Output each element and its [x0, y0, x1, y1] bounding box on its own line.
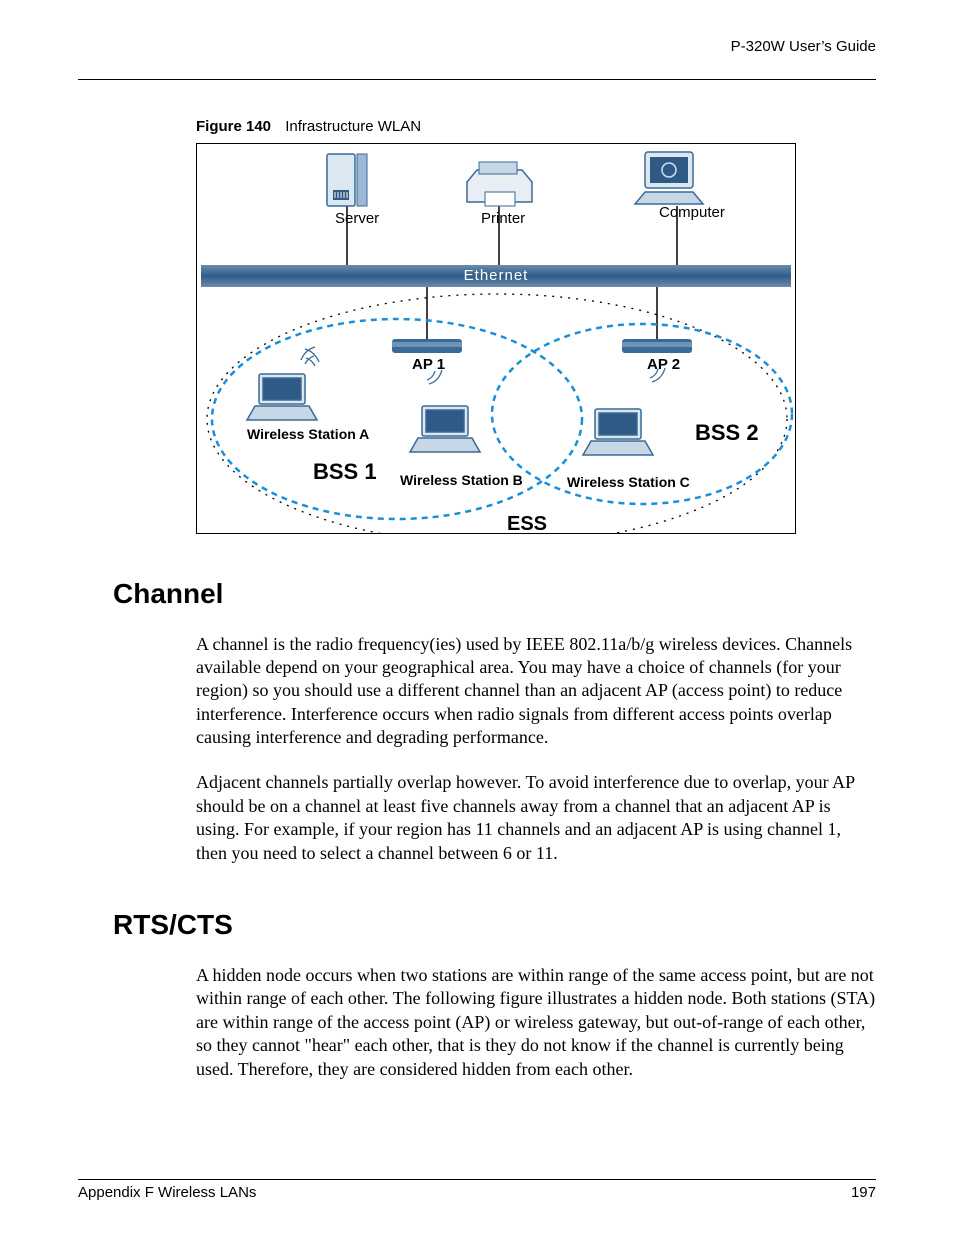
label-ap1: AP 1	[412, 356, 445, 375]
channel-paragraph-1: A channel is the radio frequency(ies) us…	[196, 633, 876, 750]
label-ap2: AP 2	[647, 356, 680, 375]
label-computer: Computer	[659, 204, 725, 223]
label-server: Server	[335, 210, 379, 229]
figure-number: Figure 140	[196, 118, 271, 135]
label-printer: Printer	[481, 210, 525, 229]
label-wsb: Wireless Station B	[400, 472, 523, 490]
label-bss2: BSS 2	[695, 419, 759, 447]
figure-caption: Figure 140 Infrastructure WLAN	[196, 118, 876, 137]
label-wsa: Wireless Station A	[247, 426, 369, 444]
rtscts-paragraph-1: A hidden node occurs when two stations a…	[196, 964, 876, 1081]
label-bss1: BSS 1	[313, 458, 377, 486]
heading-rtscts: RTS/CTS	[113, 907, 876, 942]
header-rule	[78, 79, 876, 80]
heading-channel: Channel	[113, 576, 876, 611]
channel-paragraph-2: Adjacent channels partially overlap howe…	[196, 771, 876, 865]
page-header: P-320W User’s Guide	[78, 38, 876, 57]
ethernet-label: Ethernet	[464, 267, 529, 286]
figure-title: Infrastructure WLAN	[285, 118, 421, 135]
label-ess: ESS	[507, 512, 547, 534]
footer-page-number: 197	[851, 1184, 876, 1203]
page-footer: Appendix F Wireless LANs 197	[78, 1179, 876, 1203]
label-wsc: Wireless Station C	[567, 474, 690, 492]
footer-rule	[78, 1179, 876, 1180]
ethernet-bar: Ethernet	[201, 265, 791, 287]
figure-140-diagram: Ethernet Server Printer Computer AP 1 AP…	[196, 143, 796, 534]
footer-left: Appendix F Wireless LANs	[78, 1184, 256, 1203]
